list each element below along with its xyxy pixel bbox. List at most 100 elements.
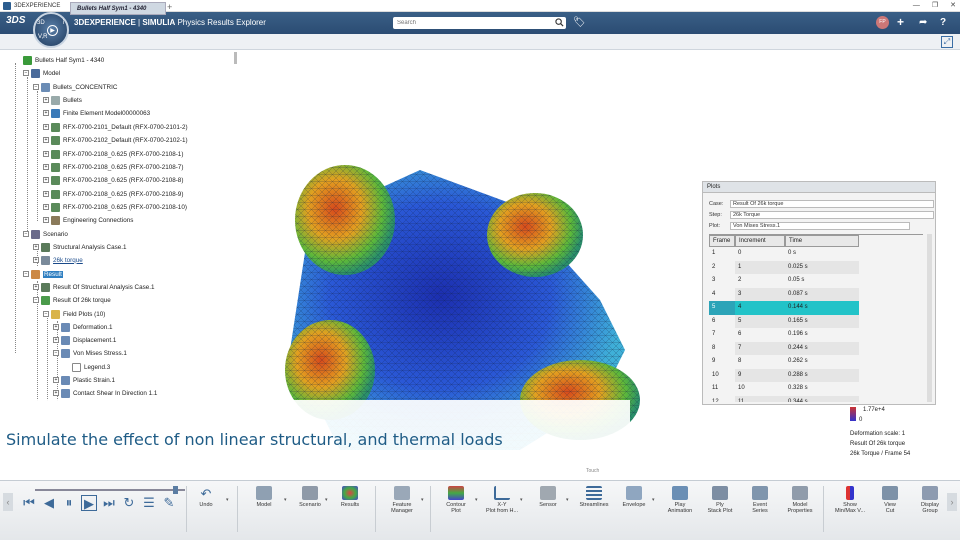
tree-fem[interactable]: + Finite Element Model00000063: [43, 107, 150, 119]
xy-plot-button[interactable]: X-Y Plot from H...: [482, 485, 522, 535]
plot-select[interactable]: Von Mises Stress.1: [730, 221, 910, 230]
expand-icon[interactable]: +: [53, 377, 59, 383]
restore-icon[interactable]: ❐: [932, 0, 938, 12]
table-row[interactable]: 11 10 0.328 s: [709, 382, 923, 396]
tree-bullets[interactable]: + Bullets: [43, 94, 82, 106]
tree-plastic-strain[interactable]: + Plastic Strain.1: [53, 374, 115, 386]
expand-icon[interactable]: +: [33, 244, 39, 250]
play-icon[interactable]: ▶: [81, 495, 97, 511]
search-icon[interactable]: [555, 18, 564, 27]
tree-result[interactable]: − Result: [23, 268, 63, 280]
table-scrollbar[interactable]: [927, 234, 932, 402]
share-icon[interactable]: ➦: [919, 17, 927, 28]
list-icon[interactable]: ☰: [141, 495, 157, 511]
touch-mode[interactable]: Touch: [586, 468, 599, 474]
tree-model[interactable]: − Model: [23, 67, 60, 79]
edit-icon[interactable]: ✎: [161, 495, 177, 511]
ply-stack-plot-button[interactable]: Ply Stack Plot: [700, 485, 740, 535]
expand-icon[interactable]: +: [43, 151, 49, 157]
tag-icon[interactable]: 🏷: [573, 17, 586, 28]
case-select[interactable]: Result Of 26k torque: [730, 199, 934, 208]
tree-rfx-1[interactable]: + RFX-0700-2101_Default (RFX-0700-2101-2): [43, 121, 188, 133]
toolbar-scroll-left[interactable]: ‹: [3, 493, 13, 511]
compass-widget[interactable]: 3D i V,R ▶: [33, 12, 69, 48]
ds-logo-icon[interactable]: 3DS: [6, 15, 25, 26]
collapse-icon[interactable]: −: [33, 297, 39, 303]
tree-sac[interactable]: + Structural Analysis Case.1: [33, 241, 127, 253]
tree-concentric[interactable]: − Bullets_CONCENTRIC: [33, 81, 117, 93]
tree-result-26k[interactable]: − Result Of 26k torque: [33, 294, 111, 306]
collapse-icon[interactable]: −: [33, 84, 39, 90]
avatar[interactable]: FP: [876, 16, 889, 29]
expand-icon[interactable]: +: [43, 124, 49, 130]
undo-button[interactable]: ↶ Undo: [186, 485, 226, 535]
tree-field-plots[interactable]: − Field Plots (10): [43, 308, 105, 320]
table-row[interactable]: 2 1 0.025 s: [709, 260, 923, 274]
expand-icon[interactable]: +: [53, 337, 59, 343]
sensor-button[interactable]: Sensor: [528, 485, 568, 535]
tree-rfx-6[interactable]: + RFX-0700-2108_0.625 (RFX-0700-2108-9): [43, 188, 183, 200]
compass-3d[interactable]: 3D: [37, 20, 45, 26]
animation-slider[interactable]: [15, 485, 200, 494]
streamlines-button[interactable]: Streamlines: [574, 485, 614, 535]
table-row[interactable]: 7 6 0.196 s: [709, 328, 923, 342]
compass-vr[interactable]: V,R: [38, 34, 47, 40]
collapse-icon[interactable]: −: [23, 271, 29, 277]
last-frame-icon[interactable]: ⏭: [101, 495, 117, 511]
minimize-icon[interactable]: —: [913, 0, 920, 12]
contour-plot-button[interactable]: Contour Plot: [436, 485, 476, 535]
compass-play-icon[interactable]: ▶: [47, 25, 58, 36]
expand-icon[interactable]: +: [43, 97, 49, 103]
tree-legend[interactable]: Legend.3: [72, 361, 110, 373]
expand-icon[interactable]: +: [43, 191, 49, 197]
table-row[interactable]: 3 2 0.05 s: [709, 274, 923, 288]
show-minmax-button[interactable]: Show Min/Max V...: [830, 485, 870, 535]
tree-displacement[interactable]: + Displacement.1: [53, 334, 116, 346]
search-input[interactable]: [393, 17, 566, 29]
results-button[interactable]: Results: [330, 485, 370, 535]
table-row[interactable]: 4 3 0.087 s: [709, 287, 923, 301]
expand-icon[interactable]: +: [43, 110, 49, 116]
play-animation-button[interactable]: Play Animation: [660, 485, 700, 535]
feature-manager-button[interactable]: Feature Manager: [382, 485, 422, 535]
expand-icon[interactable]: +: [43, 137, 49, 143]
add-tab-icon[interactable]: +: [167, 2, 172, 12]
col-frame[interactable]: Frame: [709, 235, 735, 247]
close-icon[interactable]: ✕: [950, 0, 956, 12]
first-frame-icon[interactable]: ⏮: [21, 495, 37, 511]
dropdown-icon[interactable]: ▾: [475, 497, 478, 503]
expand-icon[interactable]: +: [53, 324, 59, 330]
tree-rfx-2[interactable]: + RFX-0700-2102_Default (RFX-0700-2102-1): [43, 134, 188, 146]
expand-icon[interactable]: ⤢: [941, 36, 953, 48]
tree-rfx-5[interactable]: + RFX-0700-2108_0.625 (RFX-0700-2108-8): [43, 174, 183, 186]
tree-von-mises[interactable]: − Von Mises Stress.1: [53, 347, 127, 359]
col-increment[interactable]: Increment: [735, 235, 785, 247]
dropdown-icon[interactable]: ▾: [284, 497, 287, 503]
tree-scrollbar[interactable]: [234, 52, 237, 64]
tree-26k-torque[interactable]: +26k torque: [33, 254, 83, 266]
scenario-button[interactable]: Scenario: [290, 485, 330, 535]
compass-info[interactable]: i: [63, 20, 64, 26]
help-icon[interactable]: ?: [940, 17, 946, 28]
table-row[interactable]: 5 4 0.144 s: [709, 301, 923, 315]
envelope-button[interactable]: Envelope: [614, 485, 654, 535]
dropdown-icon[interactable]: ▾: [652, 497, 655, 503]
dropdown-icon[interactable]: ▾: [520, 497, 523, 503]
table-row[interactable]: 10 9 0.288 s: [709, 368, 923, 382]
slider-track[interactable]: [35, 489, 185, 491]
expand-icon[interactable]: +: [43, 164, 49, 170]
tree-deformation[interactable]: + Deformation.1: [53, 321, 113, 333]
pause-icon[interactable]: ⏸: [61, 495, 77, 511]
expand-icon[interactable]: +: [33, 257, 39, 263]
dropdown-icon[interactable]: ▾: [421, 497, 424, 503]
tree-rfx-3[interactable]: + RFX-0700-2108_0.625 (RFX-0700-2108-1): [43, 148, 183, 160]
collapse-icon[interactable]: −: [23, 231, 29, 237]
collapse-icon[interactable]: −: [53, 350, 59, 356]
dropdown-icon[interactable]: ▾: [325, 497, 328, 503]
step-select[interactable]: 26k Torque: [730, 210, 934, 219]
tree-contact-shear[interactable]: + Contact Shear In Direction 1.1: [53, 387, 157, 399]
col-time[interactable]: Time: [785, 235, 859, 247]
tree-rfx-4[interactable]: + RFX-0700-2108_0.625 (RFX-0700-2108-7): [43, 161, 183, 173]
model-button[interactable]: Model: [244, 485, 284, 535]
display-group-button[interactable]: Display Group: [910, 485, 950, 535]
